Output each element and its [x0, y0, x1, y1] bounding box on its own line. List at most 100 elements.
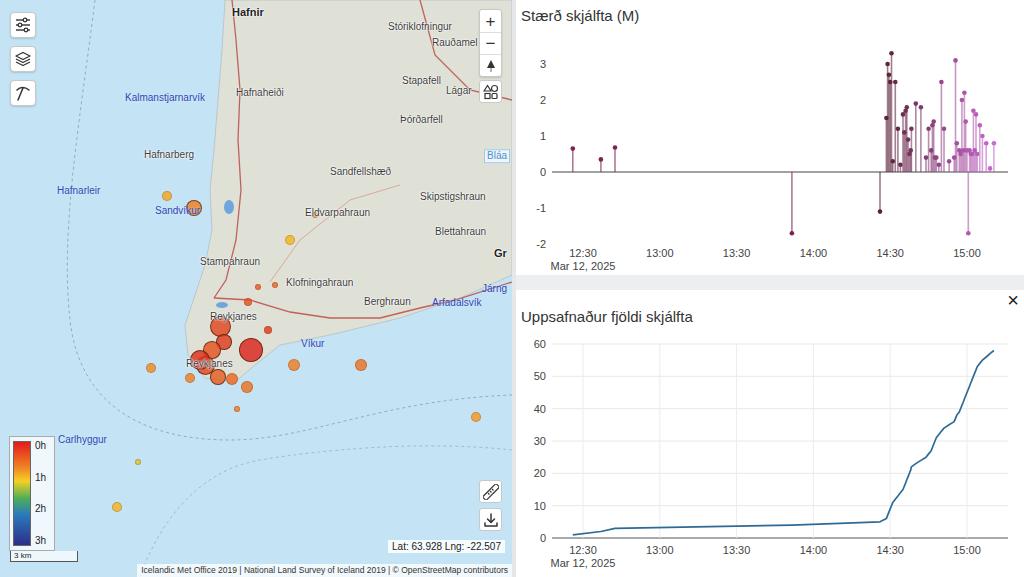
magnitude-stem[interactable] — [980, 134, 985, 172]
earthquake-marker[interactable] — [244, 298, 253, 307]
y-tick-label: 60 — [534, 338, 546, 350]
magnitude-stem[interactable] — [984, 141, 989, 172]
magnitude-stem[interactable] — [957, 148, 962, 172]
y-tick-label: 40 — [534, 403, 546, 415]
magnitude-stem[interactable] — [887, 73, 892, 173]
compass-icon — [485, 59, 497, 73]
earthquake-marker[interactable] — [471, 412, 482, 423]
earthquake-marker[interactable] — [186, 200, 202, 216]
map[interactable]: HafnirStóriklofningurRauðamelHafnaheiðiS… — [0, 0, 512, 577]
layers-button[interactable] — [10, 46, 36, 72]
magnitude-stem[interactable] — [947, 159, 952, 172]
zoom-in-label: + — [486, 13, 496, 30]
magnitude-stem[interactable] — [885, 62, 890, 172]
magnitude-stem[interactable] — [975, 152, 980, 172]
legend-tick: 0h — [35, 441, 46, 451]
magnitude-stem[interactable] — [891, 159, 896, 172]
y-tick-label: 50 — [534, 370, 546, 382]
magnitude-stem[interactable] — [962, 91, 967, 173]
legend-ticks: 0h1h2h3h — [35, 441, 46, 546]
magnitude-stem[interactable] — [974, 112, 979, 172]
earthquake-marker[interactable] — [241, 381, 253, 393]
earthquake-fill — [471, 412, 482, 423]
earthquake-marker[interactable] — [272, 282, 279, 289]
magnitude-stem[interactable] — [878, 172, 883, 214]
shapes-button[interactable] — [479, 80, 502, 103]
magnitude-stem[interactable] — [914, 101, 919, 172]
magnitude-stem[interactable] — [613, 145, 618, 172]
measure-button[interactable] — [479, 480, 502, 503]
place-label: Víkur — [301, 338, 324, 350]
place-label: Þórðarfell — [400, 114, 443, 126]
place-label: Sandfellshæð — [330, 166, 391, 178]
count-plot[interactable]: 605040302010012:3013:0013:3014:0014:3015… — [516, 330, 1024, 577]
magnitude-stem[interactable] — [909, 127, 914, 173]
x-tick-label: 14:00 — [800, 544, 828, 556]
magnitude-stem[interactable] — [924, 155, 929, 172]
earthquake-fill — [255, 284, 262, 291]
earthquake-marker[interactable] — [210, 316, 231, 337]
earthquake-marker[interactable] — [288, 359, 300, 371]
magnitude-stem[interactable] — [889, 51, 894, 172]
earthquake-fill — [190, 350, 210, 370]
earthquake-marker[interactable] — [255, 284, 262, 291]
zoom-out-button[interactable]: − — [480, 32, 501, 54]
magnitude-stem[interactable] — [571, 146, 576, 172]
grid-line — [583, 344, 584, 538]
earthquake-marker[interactable] — [226, 373, 238, 385]
magnitude-stem[interactable] — [599, 157, 604, 172]
magnitude-stem[interactable] — [931, 119, 936, 172]
magnitude-stem[interactable] — [901, 112, 906, 172]
magnitude-stem[interactable] — [971, 109, 976, 173]
x-tick-label: 13:00 — [646, 544, 674, 556]
earthquake-marker[interactable] — [355, 359, 367, 371]
compass-button[interactable] — [480, 54, 501, 76]
earthquake-marker[interactable] — [285, 235, 296, 246]
count-chart: Uppsafnaður fjöldi skjálfta × 6050403020… — [516, 290, 1024, 577]
earthquake-marker[interactable] — [239, 338, 264, 363]
earthquake-marker[interactable] — [146, 363, 156, 373]
earthquake-fill — [135, 459, 141, 465]
magnitude-stem[interactable] — [960, 98, 965, 172]
magnitude-stem[interactable] — [942, 127, 947, 173]
zoom-in-button[interactable]: + — [480, 10, 501, 32]
earthquake-marker[interactable] — [234, 406, 240, 412]
place-label: Stapafell — [402, 75, 441, 87]
earthquake-marker[interactable] — [312, 212, 319, 219]
magnitude-stem[interactable] — [893, 80, 898, 172]
magnitude-stem[interactable] — [955, 141, 960, 172]
magnitude-stem[interactable] — [966, 172, 971, 236]
place-label: Hafnir — [232, 6, 264, 19]
magnitude-stem[interactable] — [953, 58, 958, 172]
x-tick-label: 13:30 — [723, 247, 751, 259]
magnitude-stem[interactable] — [978, 123, 983, 172]
magnitude-stem[interactable] — [898, 163, 903, 173]
magnitude-stem[interactable] — [919, 105, 924, 172]
magnitude-stem[interactable] — [992, 141, 997, 172]
magnitude-stem[interactable] — [988, 166, 993, 172]
magnitude-plot[interactable]: 3210-1-212:3013:0013:3014:0014:3015:00Ma… — [516, 30, 1024, 275]
magnitude-stem[interactable] — [790, 172, 795, 236]
cumulative-line[interactable] — [573, 351, 994, 535]
filter-button[interactable] — [10, 12, 36, 38]
earthquake-fill — [244, 298, 253, 307]
earthquake-marker[interactable] — [135, 459, 141, 465]
magnitude-stem[interactable] — [937, 163, 942, 173]
magnitude-stem[interactable] — [963, 119, 968, 172]
magnitude-stem[interactable] — [967, 148, 972, 172]
x-tick-label: 13:30 — [723, 544, 751, 556]
legend-tick: 2h — [35, 504, 46, 514]
close-button[interactable]: × — [1002, 290, 1024, 310]
earthquake-marker[interactable] — [210, 369, 226, 385]
earthquake-marker[interactable] — [162, 191, 173, 202]
earthquake-fill — [288, 359, 300, 371]
grid-line — [967, 344, 968, 538]
earthquake-marker[interactable] — [264, 326, 273, 335]
earthquake-marker[interactable] — [185, 373, 195, 383]
download-button[interactable] — [479, 508, 502, 531]
tools-button[interactable] — [10, 80, 36, 106]
y-tick-label: 0 — [540, 532, 546, 544]
earthquake-marker[interactable] — [112, 502, 123, 513]
magnitude-stem[interactable] — [939, 80, 944, 172]
earthquake-marker[interactable] — [190, 350, 210, 370]
